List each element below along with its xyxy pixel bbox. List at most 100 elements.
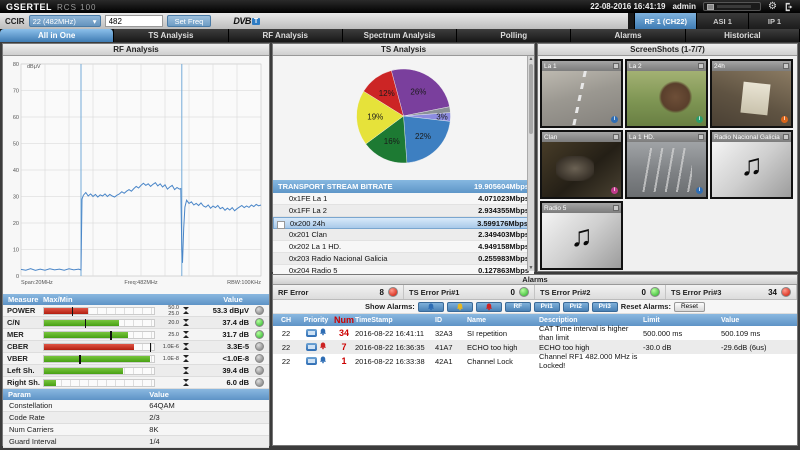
- scroll-down-icon[interactable]: ▼: [528, 265, 534, 271]
- tab-alarms[interactable]: Alarms: [571, 29, 685, 42]
- tab-rf-analysis[interactable]: RF Analysis: [229, 29, 343, 42]
- maxmin-arrows-icon[interactable]: [181, 319, 190, 326]
- screenshot-thumbnail[interactable]: 24hi: [710, 59, 793, 128]
- measure-led: [255, 318, 264, 327]
- filter-bell-error[interactable]: [476, 302, 502, 312]
- thumbnail-close-icon[interactable]: [698, 134, 704, 140]
- thumbnail-close-icon[interactable]: [613, 134, 619, 140]
- measure-bar: [44, 308, 88, 314]
- screenshot-thumbnail[interactable]: La 1i: [540, 59, 623, 128]
- screenshot-thumbnail[interactable]: Clani: [540, 130, 623, 199]
- input-tabs: RF 1 (CH22)ASI 1IP 1: [628, 13, 800, 29]
- bitrate-row[interactable]: 0x201 Clan2.349403Mbps: [273, 229, 534, 241]
- maxmin-arrows-icon[interactable]: [181, 331, 190, 338]
- scroll-thumb[interactable]: [529, 64, 533, 134]
- thumbnail-image: i: [542, 142, 621, 197]
- input-tab-ip1[interactable]: IP 1: [748, 13, 800, 29]
- alarm-name: Channel Lock: [467, 357, 539, 366]
- svg-text:26%: 26%: [410, 88, 426, 97]
- input-tab-rf1ch22[interactable]: RF 1 (CH22): [634, 13, 696, 29]
- bell-icon: [319, 356, 327, 366]
- bell-icon: [319, 342, 327, 352]
- reset-alarms-button[interactable]: Reset: [674, 302, 705, 312]
- tab-spectrum-analysis[interactable]: Spectrum Analysis: [343, 29, 457, 42]
- filter-bell-warning[interactable]: [447, 302, 473, 312]
- measure-name: C/N: [3, 318, 43, 327]
- bitrate-row[interactable]: 0x1FE La 14.071023Mbps: [273, 193, 534, 205]
- thumbnail-close-icon[interactable]: [783, 134, 789, 140]
- settings-gear-icon[interactable]: ⚙: [768, 2, 777, 12]
- alarm-status-count: 0: [642, 288, 646, 297]
- filter-bell-info[interactable]: [418, 302, 444, 312]
- param-name: Num Carriers: [3, 425, 149, 434]
- tab-polling[interactable]: Polling: [457, 29, 571, 42]
- tab-historical[interactable]: Historical: [686, 29, 800, 42]
- status-button[interactable]: [703, 2, 761, 11]
- alarm-timestamp: 2016-08-22 16:33:38: [355, 357, 435, 366]
- maxmin-arrows-icon[interactable]: [181, 343, 190, 350]
- maxmin-arrows-icon[interactable]: [181, 307, 190, 314]
- measure-max-tick: [72, 307, 74, 316]
- set-freq-button[interactable]: Set Freq: [167, 15, 212, 27]
- bell-icon: [319, 328, 327, 338]
- param-name: Constellation: [3, 401, 149, 410]
- screenshot-thumbnail[interactable]: Radio 5♫: [540, 201, 623, 270]
- thumbnail-title: Radio 5: [542, 203, 621, 213]
- arrow-up-icon: [183, 383, 189, 386]
- ts-scrollbar[interactable]: ▲ ▼: [527, 56, 534, 271]
- screenshot-thumbnail[interactable]: La 2 i: [625, 59, 708, 128]
- measure-bar: [44, 368, 123, 374]
- alarm-status-tserrorpri2: TS Error Pri#20: [535, 285, 666, 299]
- tab-ts-analysis[interactable]: TS Analysis: [114, 29, 228, 42]
- service-bitrate: 2.934355Mbps: [478, 206, 529, 215]
- logout-icon[interactable]: [784, 2, 794, 12]
- service-name: 0x201 Clan: [289, 230, 327, 239]
- info-icon[interactable]: i: [696, 116, 703, 123]
- maxmin-arrows-icon[interactable]: [181, 355, 190, 362]
- maxmin-arrows-icon[interactable]: [181, 367, 190, 374]
- filter-rf[interactable]: RF: [505, 302, 531, 312]
- param-value: 2/3: [149, 413, 269, 422]
- channel-select[interactable]: 22 (482MHz) ▾: [29, 15, 101, 27]
- topbar: GSERTEL RCS 100 22-08-2016 16:41:19 admi…: [0, 0, 800, 13]
- thumbnail-close-icon[interactable]: [698, 63, 704, 69]
- info-icon[interactable]: i: [696, 187, 703, 194]
- info-icon[interactable]: i: [611, 187, 618, 194]
- bitrate-row[interactable]: 0x203 Radio Nacional Galicia0.255983Mbps: [273, 253, 534, 265]
- bitrate-row[interactable]: 0x202 La 1 HD.4.949158Mbps: [273, 241, 534, 253]
- alarm-priority: [299, 328, 333, 338]
- service-name: 0x1FF La 2: [289, 206, 327, 215]
- filter-pri2[interactable]: Pri2: [563, 302, 589, 312]
- alarm-status-count: 8: [380, 288, 384, 297]
- screenshot-thumbnail[interactable]: Radio Nacional Galicia♫: [710, 130, 793, 199]
- thumbnail-close-icon[interactable]: [783, 63, 789, 69]
- service-name: 0x202 La 1 HD.: [289, 242, 341, 251]
- info-icon[interactable]: i: [611, 116, 618, 123]
- maxmin-arrows-icon[interactable]: [181, 379, 190, 386]
- tab-all-in-one[interactable]: All in One: [0, 29, 114, 42]
- measure-col: Measure: [3, 295, 43, 304]
- thumbnail-label: La 1 HD.: [629, 134, 655, 141]
- frequency-input[interactable]: [105, 15, 163, 27]
- arrow-up-icon: [183, 335, 189, 338]
- input-tab-asi1[interactable]: ASI 1: [696, 13, 748, 29]
- priority-icon: [306, 343, 317, 351]
- alarm-status-row: RF Error8TS Error Pri#10TS Error Pri#20T…: [273, 285, 797, 300]
- measure-bar-track: [43, 319, 155, 327]
- rcs100-app: GSERTEL RCS 100 22-08-2016 16:41:19 admi…: [0, 0, 800, 450]
- thumbnail-close-icon[interactable]: [613, 63, 619, 69]
- filter-pri3[interactable]: Pri3: [592, 302, 618, 312]
- info-icon[interactable]: i: [781, 116, 788, 123]
- alarm-status-label: RF Error: [278, 288, 376, 297]
- screenshot-thumbnail[interactable]: La 1 HD. i: [625, 130, 708, 199]
- scroll-up-icon[interactable]: ▲: [528, 56, 534, 62]
- rf-analysis-panel: RF Analysis 01020304050607080dBμVSpan:20…: [2, 43, 270, 446]
- thumbnail-close-icon[interactable]: [613, 205, 619, 211]
- measure-led: [255, 366, 264, 375]
- bitrate-row[interactable]: 0x1FF La 2 2.934355Mbps: [273, 205, 534, 217]
- alarm-status-count: 34: [768, 288, 777, 297]
- bitrate-row[interactable]: 0x200 24h3.599176Mbps: [273, 217, 534, 229]
- alarm-value: -29.6dB (6us): [721, 343, 797, 352]
- thumbnail-title: La 2: [627, 61, 706, 71]
- filter-pri1[interactable]: Pri1: [534, 302, 560, 312]
